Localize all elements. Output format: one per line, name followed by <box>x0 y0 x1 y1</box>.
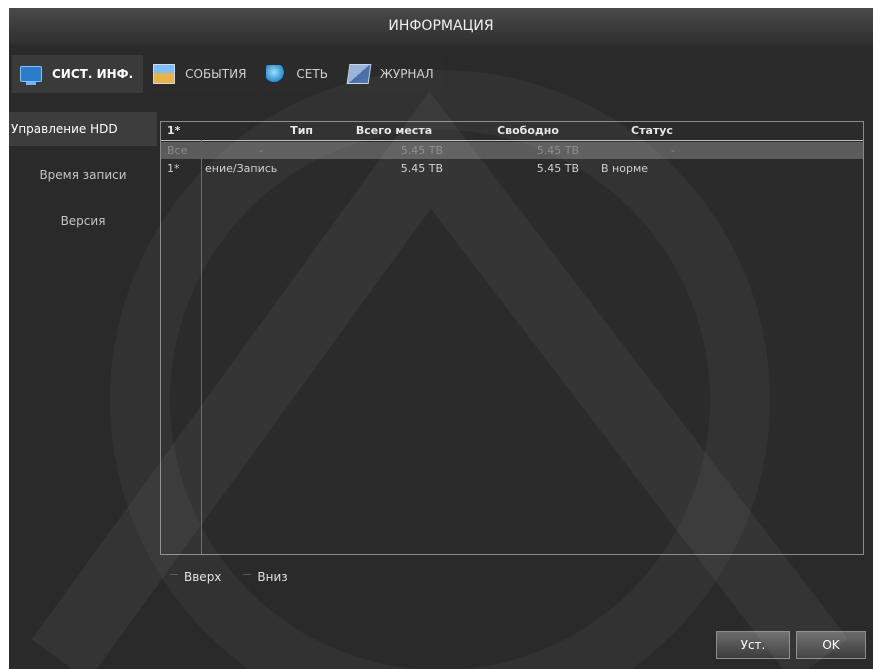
cell-type: - <box>259 144 263 157</box>
cell-disk: 1* <box>167 162 180 175</box>
tab-log[interactable]: ЖУРНАЛ <box>339 55 444 93</box>
tab-label: СЕТЬ <box>296 67 328 81</box>
table-row[interactable]: 1* ение/Запись 5.45 TB 5.45 TB В норме <box>161 160 863 177</box>
tab-network[interactable]: СЕТЬ <box>258 55 338 93</box>
tab-events[interactable]: СОБЫТИЯ <box>145 55 257 93</box>
cell-free: 5.45 TB <box>536 162 579 175</box>
page-up-label: Вверх <box>184 570 222 584</box>
cell-disk: Все <box>167 144 188 157</box>
window-title: ИНФОРМАЦИЯ <box>9 8 873 46</box>
apply-button[interactable]: Уст. <box>716 631 790 659</box>
tab-label: ЖУРНАЛ <box>379 67 434 81</box>
table-header: 1* Тип Всего места Свободно Статус <box>161 122 863 141</box>
header-disk: 1* <box>167 124 181 137</box>
page-down-button[interactable]: Вниз <box>243 570 288 584</box>
header-total: Всего места <box>355 124 433 137</box>
page-up-button[interactable]: Вверх <box>170 570 221 584</box>
cell-total: 5.45 TB <box>400 144 443 157</box>
down-arrow-icon <box>243 573 252 581</box>
tab-bar: СИСТ. ИНФ. СОБЫТИЯ СЕТЬ ЖУРНАЛ <box>12 55 446 93</box>
cell-status: В норме <box>601 162 649 175</box>
table-row[interactable]: Все - 5.45 TB 5.45 TB - <box>161 142 863 159</box>
header-type: Тип <box>290 124 313 137</box>
header-status: Статус <box>631 124 673 137</box>
sidebar-item-hdd-management[interactable]: Управление HDD <box>9 112 157 146</box>
dvr-info-window: ИНФОРМАЦИЯ СИСТ. ИНФ. СОБЫТИЯ СЕТЬ ЖУРНА… <box>0 0 880 669</box>
pager: Вверх Вниз <box>170 570 310 584</box>
sidebar-item-record-time[interactable]: Время записи <box>9 152 157 198</box>
event-icon <box>153 64 176 84</box>
monitor-icon <box>20 66 42 85</box>
cell-status: - <box>671 144 675 157</box>
cell-free: 5.45 TB <box>536 144 579 157</box>
tab-label: СОБЫТИЯ <box>185 67 247 81</box>
tab-label: СИСТ. ИНФ. <box>52 67 134 81</box>
network-icon <box>266 65 287 83</box>
header-free: Свободно <box>497 124 559 137</box>
cell-type: ение/Запись <box>205 162 278 175</box>
ok-button[interactable]: OK <box>796 631 866 659</box>
column-divider <box>201 140 202 554</box>
sidebar: Управление HDD Время записи Версия <box>9 112 157 244</box>
up-arrow-icon <box>170 573 178 581</box>
page-down-label: Вниз <box>257 570 288 584</box>
cell-total: 5.45 TB <box>400 162 443 175</box>
sidebar-item-version[interactable]: Версия <box>9 198 157 244</box>
tab-system-info[interactable]: СИСТ. ИНФ. <box>12 55 144 93</box>
hdd-table: 1* Тип Всего места Свободно Статус Все -… <box>160 121 864 555</box>
log-icon <box>346 64 372 84</box>
